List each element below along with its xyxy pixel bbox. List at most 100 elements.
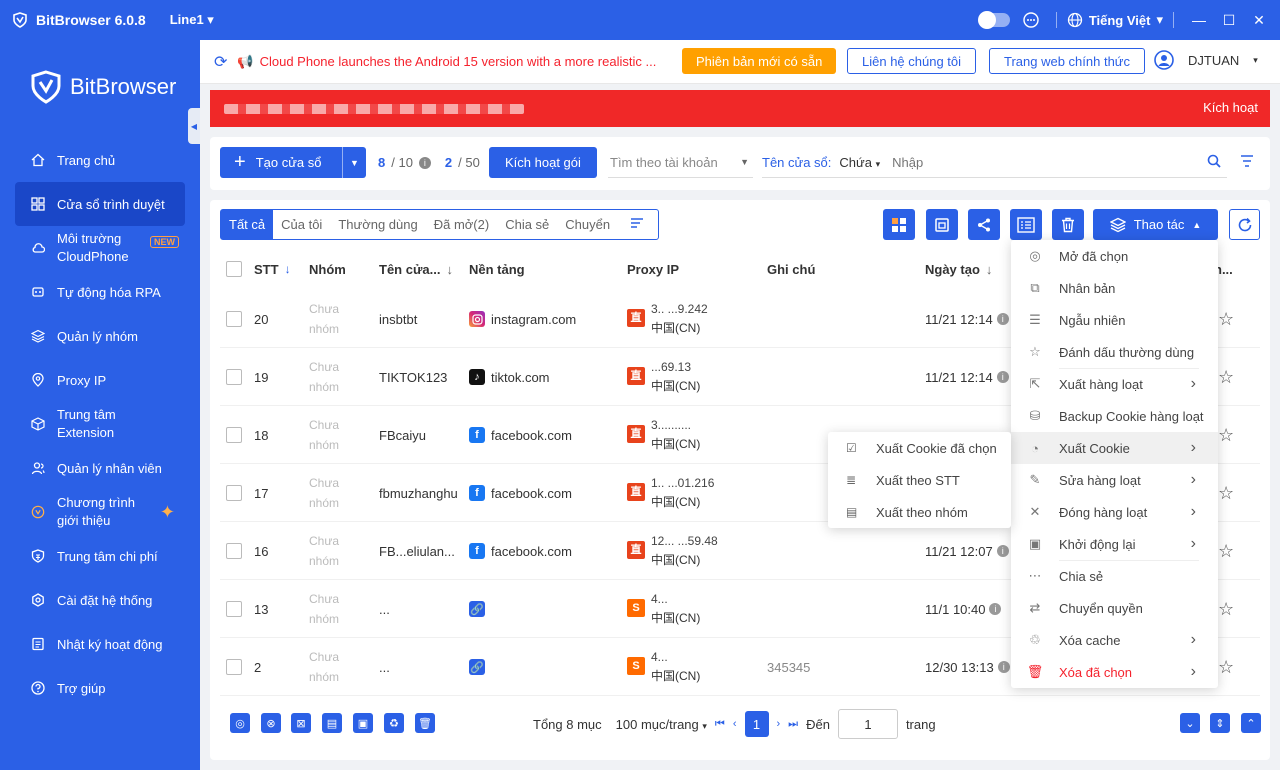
- activate-package-button[interactable]: Kích hoạt gói: [489, 147, 597, 178]
- search-by-account-select[interactable]: Tìm theo tài khoản ▼: [608, 147, 753, 178]
- favorite-star-icon[interactable]: ☆: [1218, 406, 1234, 464]
- sidebar-item-billing[interactable]: Trung tâm chi phí: [15, 534, 185, 578]
- row-checkbox[interactable]: [226, 522, 242, 580]
- row-name[interactable]: FB...eliulan...: [379, 522, 455, 580]
- dropdown-item[interactable]: ⋯ Chia sẻ: [1011, 560, 1218, 592]
- favorite-star-icon[interactable]: ☆: [1218, 522, 1234, 580]
- close-window-icon[interactable]: ✕: [1244, 0, 1274, 40]
- sidebar-item-help[interactable]: Trợ giúp: [15, 666, 185, 710]
- row-name[interactable]: TIKTOK123: [379, 348, 447, 406]
- row-checkbox[interactable]: [226, 290, 242, 348]
- sidebar-item-cloudphone[interactable]: Môi trường CloudPhone NEW: [15, 226, 185, 270]
- header-created[interactable]: Ngày tạo ↓: [925, 262, 992, 277]
- info-icon[interactable]: i: [996, 545, 1009, 557]
- dropdown-item[interactable]: ◎ Mở đã chọn: [1011, 240, 1218, 272]
- submenu-item[interactable]: ≣ Xuất theo STT: [828, 464, 1011, 496]
- sidebar-item-rpa[interactable]: Tự động hóa RPA: [15, 270, 185, 314]
- dropdown-item[interactable]: ◔ Xuất Cookie ›: [1011, 432, 1218, 464]
- language-selector[interactable]: Tiếng Việt ▾: [1067, 12, 1163, 28]
- search-icon[interactable]: [1207, 154, 1221, 171]
- row-platform[interactable]: f facebook.com: [469, 464, 572, 522]
- dropdown-item[interactable]: ▣ Khởi động lại ›: [1011, 528, 1218, 560]
- last-page-icon[interactable]: ⏭: [788, 718, 798, 731]
- info-icon[interactable]: i: [418, 156, 431, 169]
- tab-mine[interactable]: Của tôi: [273, 210, 330, 239]
- row-checkbox[interactable]: [226, 638, 242, 696]
- arrange-windows-icon[interactable]: [926, 209, 958, 240]
- collapse-icon[interactable]: ⇕: [1210, 713, 1230, 733]
- dropdown-item[interactable]: ⇄ Chuyển quyền: [1011, 592, 1218, 624]
- close-selected-icon[interactable]: ⊗: [261, 713, 281, 733]
- dropdown-item[interactable]: ☆ Đánh dấu thường dùng: [1011, 336, 1218, 368]
- open-selected-icon[interactable]: ◎: [230, 713, 250, 733]
- filter-operator-select[interactable]: Chứa ▾: [839, 155, 880, 170]
- share-icon[interactable]: [968, 209, 1000, 240]
- page-number[interactable]: 1: [744, 711, 769, 737]
- refresh-notice-icon[interactable]: ⟳: [214, 52, 227, 72]
- create-window-button[interactable]: + Tạo cửa sổ ▼: [220, 147, 366, 178]
- info-icon[interactable]: i: [989, 603, 1002, 615]
- row-name[interactable]: fbmuzhanghu: [379, 464, 458, 522]
- row-name[interactable]: FBcaiyu: [379, 406, 426, 464]
- dropdown-item[interactable]: ⧉ Nhân bản: [1011, 272, 1218, 304]
- batch-edit-icon[interactable]: ▤: [322, 713, 342, 733]
- row-platform[interactable]: 🔗: [469, 580, 491, 638]
- trash-icon[interactable]: 🗑: [415, 713, 435, 733]
- favorite-star-icon[interactable]: ☆: [1218, 348, 1234, 406]
- tab-frequent[interactable]: Thường dùng: [330, 210, 425, 239]
- submenu-item[interactable]: ▤ Xuất theo nhóm: [828, 496, 1011, 528]
- user-menu[interactable]: DJTUAN ▾: [1154, 50, 1258, 70]
- sidebar-item-staff[interactable]: Quản lý nhân viên: [15, 446, 185, 490]
- chat-icon[interactable]: [1016, 0, 1046, 40]
- list-view-icon[interactable]: [1010, 209, 1042, 240]
- row-checkbox[interactable]: [226, 580, 242, 638]
- theme-toggle[interactable]: [977, 11, 1010, 29]
- row-platform[interactable]: 🔗: [469, 638, 491, 696]
- row-platform[interactable]: f facebook.com: [469, 522, 572, 580]
- header-name[interactable]: Tên cửa... ↓: [379, 262, 453, 277]
- info-icon[interactable]: i: [996, 371, 1009, 383]
- tab-transferred[interactable]: Chuyển: [557, 210, 618, 239]
- activate-link[interactable]: Kích hoạt: [1203, 100, 1258, 115]
- sidebar-item-extension[interactable]: Trung tâm Extension: [15, 402, 185, 446]
- search-input[interactable]: [892, 154, 1193, 170]
- next-page-icon[interactable]: ›: [777, 718, 781, 730]
- batch-close-icon[interactable]: ⊠: [291, 713, 311, 733]
- dropdown-item[interactable]: ⇱ Xuất hàng loạt ›: [1011, 368, 1218, 400]
- clear-cache-icon[interactable]: ♻: [384, 713, 404, 733]
- sidebar-item-logs[interactable]: Nhật ký hoạt động: [15, 622, 185, 666]
- row-name[interactable]: ...: [379, 580, 390, 638]
- dropdown-item[interactable]: ♲ Xóa cache ›: [1011, 624, 1218, 656]
- tab-shared[interactable]: Chia sẻ: [497, 210, 557, 239]
- filter-field-label[interactable]: Tên cửa sổ:: [762, 155, 831, 170]
- first-page-icon[interactable]: ⏮: [715, 718, 725, 731]
- new-version-button[interactable]: Phiên bản mới có sẵn: [682, 48, 837, 74]
- actions-button[interactable]: Thao tác ▲: [1093, 209, 1218, 240]
- create-dropdown-icon[interactable]: ▼: [342, 147, 366, 178]
- select-all-checkbox[interactable]: [226, 261, 242, 277]
- tab-all[interactable]: Tất cả: [221, 210, 274, 239]
- favorite-star-icon[interactable]: ☆: [1218, 290, 1234, 348]
- dropdown-item[interactable]: ☰ Ngẫu nhiên: [1011, 304, 1218, 336]
- row-proxy[interactable]: 直 ...69.13 中国(CN): [627, 348, 700, 406]
- goto-page-input[interactable]: 1: [837, 709, 898, 739]
- row-proxy[interactable]: S 4... 中国(CN): [627, 638, 700, 696]
- sidebar-item-proxy[interactable]: Proxy IP: [15, 358, 185, 402]
- sidebar-item-referral[interactable]: Chương trình giới thiệu ✦: [15, 490, 185, 534]
- info-icon[interactable]: i: [996, 313, 1009, 325]
- row-platform[interactable]: f facebook.com: [469, 406, 572, 464]
- collapse-sidebar-button[interactable]: ◀: [188, 108, 200, 144]
- layout-grid-icon[interactable]: [883, 209, 915, 240]
- row-checkbox[interactable]: [226, 406, 242, 464]
- announcement[interactable]: 📢 Cloud Phone launches the Android 15 ve…: [237, 54, 656, 70]
- info-icon[interactable]: i: [997, 661, 1010, 673]
- favorite-star-icon[interactable]: ☆: [1218, 580, 1234, 638]
- row-checkbox[interactable]: [226, 464, 242, 522]
- sidebar-item-settings[interactable]: Cài đặt hệ thống: [15, 578, 185, 622]
- line-selector[interactable]: Line1 ▾: [170, 12, 214, 28]
- delete-icon[interactable]: [1052, 209, 1084, 240]
- chevron-up-icon[interactable]: ⌃: [1241, 713, 1261, 733]
- chevron-down-icon[interactable]: ⌄: [1180, 713, 1200, 733]
- sidebar-item-browser-windows[interactable]: Cửa sổ trình duyệt: [15, 182, 185, 226]
- dropdown-item[interactable]: 🗑 Xóa đã chọn ›: [1011, 656, 1218, 688]
